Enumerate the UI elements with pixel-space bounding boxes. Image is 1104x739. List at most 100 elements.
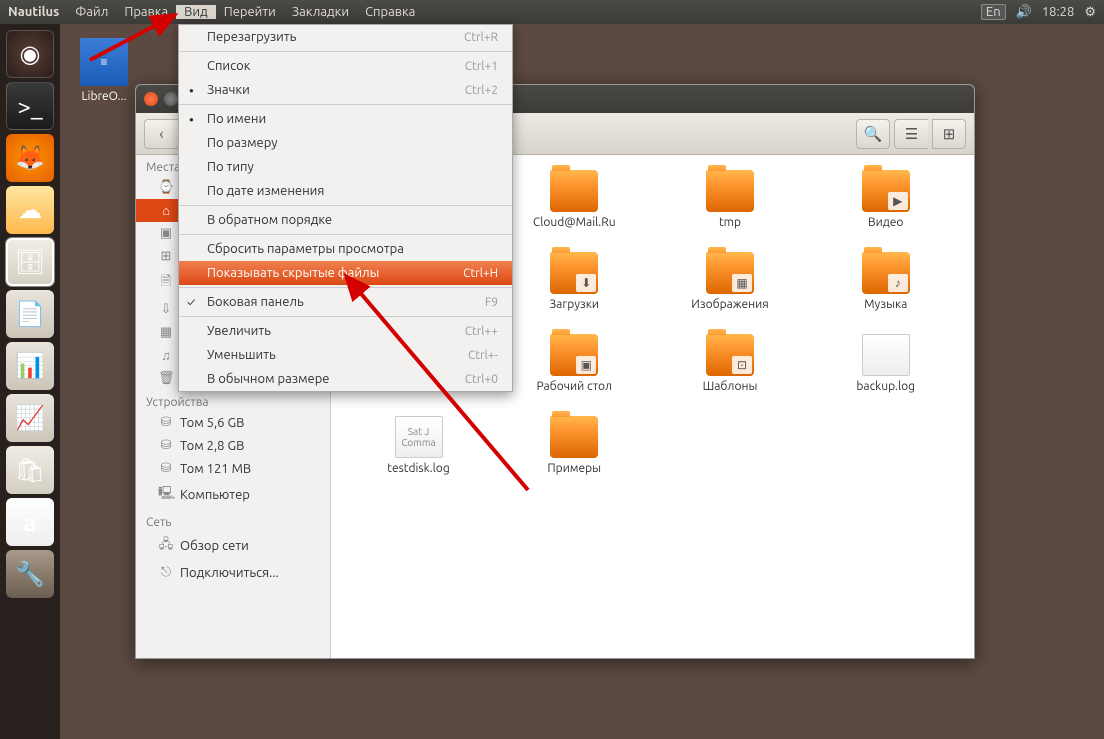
writer-icon[interactable]: 📄 [6,290,54,338]
file-label: backup.log [808,380,963,393]
menu-item-label: По типу [207,160,254,174]
file-entry[interactable]: ▣ Рабочий стол [497,334,652,412]
file-entry[interactable]: ⬇Загрузки [497,252,652,330]
menu-view[interactable]: Вид [176,5,216,19]
menu-item[interactable]: По размеру [179,131,512,155]
file-entry[interactable]: backup.log [808,334,963,412]
list-view-button[interactable]: ☰ [894,119,928,149]
sidebar-item-icon: ⌂ [158,203,174,218]
menu-item[interactable]: ПерезагрузитьCtrl+R [179,25,512,49]
sidebar-item-icon: ▣ [158,226,174,241]
window-close-button[interactable] [144,92,158,106]
menu-item[interactable]: Показывать скрытые файлыCtrl+H [179,261,512,285]
file-entry[interactable]: ♪Музыка [808,252,963,330]
sidebar-item-icon: ⇩ [158,302,174,317]
language-indicator[interactable]: En [981,4,1006,20]
settings-icon[interactable]: 🔧 [6,550,54,598]
sidebar-item[interactable]: ⛁Том 5,6 GB [136,411,330,434]
window-minimize-button[interactable] [164,92,178,106]
file-label: Музыка [808,298,963,311]
menu-item-label: По имени [207,112,266,126]
cloud-icon[interactable]: ☁ [6,186,54,234]
menu-item[interactable]: ●ЗначкиCtrl+2 [179,78,512,102]
view-menu-dropdown: ПерезагрузитьCtrl+R СписокCtrl+1●ЗначкиCt… [178,24,513,392]
volume-icon[interactable]: 🔊 [1016,5,1032,20]
menu-go[interactable]: Перейти [216,5,284,19]
terminal-icon[interactable]: >_ [6,82,54,130]
menu-item[interactable]: В обратном порядке [179,208,512,232]
sidebar-section-label: Сеть [136,510,330,531]
file-label: Изображения [653,298,808,311]
sidebar-item-icon: ⌚ [158,180,174,195]
sidebar-item-icon: 🖳 [158,484,174,506]
menu-help[interactable]: Справка [357,5,423,19]
file-label: Рабочий стол [497,380,652,393]
menu-item-label: Боковая панель [207,295,304,309]
back-button[interactable]: ‹ [144,119,178,149]
sidebar-section-label: Устройства [136,390,330,411]
files-icon[interactable]: 🗄 [6,238,54,286]
file-entry[interactable]: ▶Видео [808,170,963,248]
file-entry[interactable]: Sat J Commatestdisk.log [341,416,496,494]
file-entry[interactable]: Примеры [497,416,652,494]
folder-icon: ▶ [862,170,910,212]
menu-item-label: По дате изменения [207,184,324,198]
menu-shortcut: Ctrl+- [468,349,498,362]
sidebar-item-label: Том 2,8 GB [180,439,244,453]
file-entry[interactable]: ▦Изображения [653,252,808,330]
menu-item[interactable]: По типу [179,155,512,179]
sidebar-item[interactable]: ⛁Том 2,8 GB [136,434,330,457]
menu-item-label: Уменьшить [207,348,276,362]
sidebar-item[interactable]: ⎋Подключиться... [136,561,330,584]
impress-icon[interactable]: 📊 [6,342,54,390]
file-label: tmp [653,216,808,229]
menu-item[interactable]: ✓Боковая панельF9 [179,290,512,314]
sidebar-item-label: Том 5,6 GB [180,416,244,430]
menu-item-label: В обратном порядке [207,213,332,227]
sidebar-item-icon: ⊞ [158,249,174,264]
sidebar-item[interactable]: ⛁Том 121 MB [136,457,330,480]
menu-item[interactable]: Сбросить параметры просмотра [179,237,512,261]
menu-item-label: В обычном размере [207,372,329,386]
firefox-icon[interactable]: 🦊 [6,134,54,182]
menu-item[interactable]: По дате изменения [179,179,512,203]
sidebar-item-icon: 🗑 [158,371,174,386]
menu-item[interactable]: ●По имени [179,107,512,131]
menu-shortcut: Ctrl+2 [465,84,498,97]
menu-edit[interactable]: Правка [116,5,176,19]
menu-item[interactable]: В обычном размереCtrl+0 [179,367,512,391]
desktop-icon-label: LibreO... [80,90,128,103]
sidebar-item-label: Компьютер [180,488,250,502]
top-menubar: Nautilus Файл Правка Вид Перейти Закладк… [0,0,1104,24]
search-button[interactable]: 🔍 [856,119,890,149]
file-label: testdisk.log [341,462,496,475]
menu-item[interactable]: СписокCtrl+1 [179,54,512,78]
grid-view-button[interactable]: ⊞ [932,119,966,149]
desktop-shortcut-libreoffice[interactable]: ≡ LibreO... [80,38,128,103]
file-label: Шаблоны [653,380,808,393]
menu-item-label: Увеличить [207,324,271,338]
menu-item-label: Показывать скрытые файлы [207,266,379,280]
clock[interactable]: 18:28 [1042,5,1075,19]
menu-file[interactable]: Файл [67,5,116,19]
menu-bookmarks[interactable]: Закладки [284,5,357,19]
sidebar-item-icon: ⎋ [158,565,174,580]
amazon-icon[interactable]: a [6,498,54,546]
folder-icon [706,170,754,212]
folder-icon: ▣ [550,334,598,376]
gear-icon[interactable]: ⚙ [1084,5,1096,20]
folder-icon [550,170,598,212]
sidebar-item-icon: ♫ [158,348,174,363]
sidebar-item-label: Том 121 MB [180,462,251,476]
sidebar-item[interactable]: 🖳 Компьютер [136,480,330,510]
file-entry[interactable]: Cloud@Mail.Ru [497,170,652,248]
file-entry[interactable]: tmp [653,170,808,248]
menu-item[interactable]: УвеличитьCtrl++ [179,319,512,343]
sidebar-item[interactable]: 🖧Обзор сети [136,531,330,561]
menu-shortcut: Ctrl+R [464,31,498,44]
menu-item[interactable]: Уменьшить Ctrl+- [179,343,512,367]
calc-icon[interactable]: 📈 [6,394,54,442]
dash-icon[interactable]: ◉ [6,30,54,78]
software-center-icon[interactable]: 🛍 [6,446,54,494]
file-entry[interactable]: ⊡Шаблоны [653,334,808,412]
